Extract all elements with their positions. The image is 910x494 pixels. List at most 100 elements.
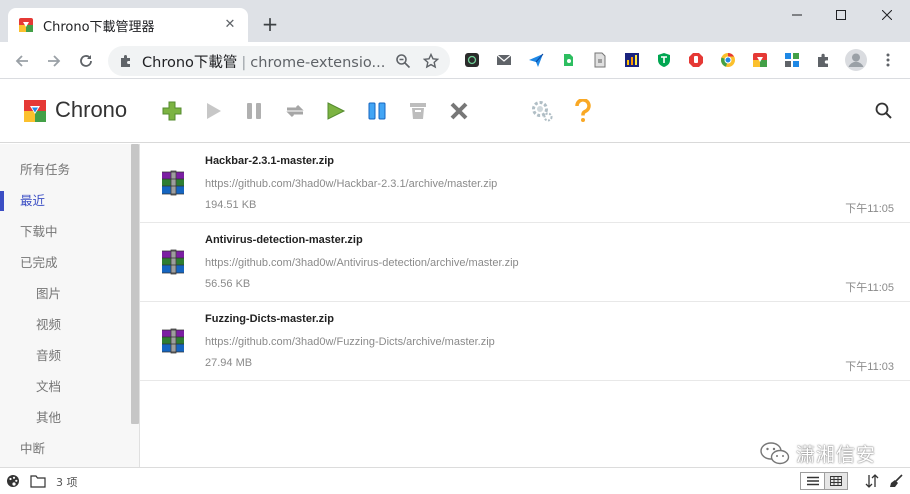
sidebar-scrollbar[interactable] — [131, 144, 139, 424]
pause-all-button[interactable] — [365, 99, 389, 123]
omnibox[interactable]: Chrono下載管 | chrome-extensio... — [108, 46, 450, 76]
back-arrow-icon — [15, 55, 28, 67]
back-button[interactable] — [9, 48, 35, 74]
minimize-button[interactable] — [774, 0, 820, 30]
start-all-button[interactable] — [324, 99, 348, 123]
download-filename: Hackbar-2.3.1-master.zip — [205, 155, 335, 167]
sidebar-item-all-tasks[interactable]: 所有任务 — [0, 155, 130, 185]
download-filename: Fuzzing-Dicts-master.zip — [205, 313, 334, 325]
watermark-text: 潇湘信安 — [796, 444, 877, 466]
search-icon[interactable] — [873, 100, 895, 122]
pause-button[interactable] — [242, 99, 266, 123]
download-size: 56.56 KB — [205, 278, 251, 290]
folder-icon[interactable] — [30, 473, 46, 489]
bookmark-star-icon[interactable] — [420, 50, 442, 72]
stop-hand-icon[interactable] — [686, 50, 706, 70]
sidebar-item-documents[interactable]: 文档 — [0, 372, 130, 402]
download-time: 下午11:05 — [845, 203, 894, 215]
dark-square-icon[interactable] — [462, 50, 482, 70]
chart-icon[interactable] — [622, 50, 642, 70]
download-item[interactable]: Antivirus-detection-master.zip https://g… — [140, 223, 910, 302]
evernote-icon[interactable] — [558, 50, 578, 70]
add-icon — [162, 101, 182, 121]
task-count: 3 项 — [56, 476, 78, 489]
download-url: https://github.com/3had0w/Antivirus-dete… — [205, 257, 519, 269]
sidebar-item-other[interactable]: 其他 — [0, 403, 130, 433]
sidebar-item-interrupted[interactable]: 中断 — [0, 434, 130, 464]
download-time: 下午11:03 — [845, 361, 894, 373]
browser-tab[interactable]: Chrono下載管理器 ✕ — [8, 8, 248, 42]
pause-all-icon — [368, 102, 386, 120]
sidebar-item-completed[interactable]: 已完成 — [0, 248, 130, 278]
sidebar: 所有任务 最近 下载中 已完成 图片 视频 音频 文档 其他 中断 — [0, 144, 140, 467]
delete-button[interactable] — [447, 99, 471, 123]
puzzle-icon[interactable] — [814, 50, 834, 70]
chrono-favicon-icon — [19, 18, 33, 32]
send-arrow-icon[interactable] — [526, 50, 546, 70]
play-icon — [207, 103, 221, 119]
watermark: 潇湘信安 — [760, 440, 876, 467]
sort-icon[interactable] — [864, 473, 880, 489]
help-button[interactable] — [571, 99, 595, 123]
app-header: Chrono — [0, 80, 910, 143]
theme-palette-icon[interactable] — [5, 473, 21, 489]
new-tab-button[interactable]: + — [258, 13, 282, 37]
view-toggle — [800, 472, 848, 490]
download-url: https://github.com/3had0w/Fuzzing-Dicts/… — [205, 336, 495, 348]
close-window-button[interactable] — [864, 0, 910, 30]
pause-icon — [247, 103, 261, 119]
resume-button[interactable] — [201, 99, 225, 123]
download-size: 194.51 KB — [205, 199, 257, 211]
sidebar-item-recent[interactable]: 最近 — [0, 186, 130, 216]
maximize-icon — [836, 10, 846, 20]
sidebar-item-downloading[interactable]: 下载中 — [0, 217, 130, 247]
zoom-icon[interactable] — [392, 50, 414, 72]
maximize-button[interactable] — [818, 0, 864, 30]
list-view-button[interactable] — [801, 473, 824, 489]
omnibox-separator: | — [241, 54, 247, 71]
download-filename: Antivirus-detection-master.zip — [205, 234, 363, 246]
retry-button[interactable] — [283, 99, 307, 123]
browser-toolbar: Chrono下載管 | chrome-extensio... — [0, 42, 910, 79]
clear-button[interactable] — [406, 99, 430, 123]
minimize-icon — [792, 14, 802, 16]
add-task-button[interactable] — [160, 99, 184, 123]
help-icon — [575, 99, 591, 122]
shield-icon[interactable] — [654, 50, 674, 70]
grid-view-button[interactable] — [824, 473, 847, 489]
grid-view-icon — [830, 476, 842, 486]
avatar-icon[interactable] — [844, 48, 868, 72]
archive-file-icon — [162, 328, 184, 354]
wechat-icon — [760, 441, 790, 464]
grid-icon[interactable] — [782, 50, 802, 70]
download-url: https://github.com/3had0w/Hackbar-2.3.1/… — [205, 178, 498, 190]
download-item[interactable]: Hackbar-2.3.1-master.zip https://github.… — [140, 144, 910, 223]
sidebar-item-images[interactable]: 图片 — [0, 279, 130, 309]
document-icon[interactable] — [590, 50, 610, 70]
more-icon[interactable] — [878, 50, 898, 70]
chrome-circle-icon[interactable] — [718, 50, 738, 70]
reload-button[interactable] — [73, 48, 99, 74]
browser-tab-strip: Chrono下載管理器 ✕ + — [0, 0, 910, 42]
tab-title: Chrono下載管理器 — [43, 19, 155, 35]
app-name: Chrono — [55, 97, 128, 122]
sidebar-item-videos[interactable]: 视频 — [0, 310, 130, 340]
clean-broom-icon[interactable] — [888, 473, 904, 489]
tab-close-icon[interactable]: ✕ — [222, 17, 238, 33]
download-item[interactable]: Fuzzing-Dicts-master.zip https://github.… — [140, 302, 910, 381]
delete-icon — [450, 102, 468, 120]
settings-button[interactable] — [530, 99, 554, 123]
mail-icon[interactable] — [494, 50, 514, 70]
download-time: 下午11:05 — [845, 282, 894, 294]
chrono-icon[interactable] — [750, 50, 770, 70]
sidebar-item-audio[interactable]: 音频 — [0, 341, 130, 371]
clear-icon — [410, 103, 426, 119]
extension-puzzle-icon — [121, 55, 130, 67]
forward-arrow-icon — [48, 55, 61, 67]
omnibox-url: chrome-extensio... — [250, 54, 386, 71]
refresh-icon — [286, 104, 304, 118]
download-size: 27.94 MB — [205, 357, 253, 369]
forward-button[interactable] — [41, 48, 67, 74]
reload-icon — [80, 55, 92, 67]
download-list: Hackbar-2.3.1-master.zip https://github.… — [140, 144, 910, 467]
